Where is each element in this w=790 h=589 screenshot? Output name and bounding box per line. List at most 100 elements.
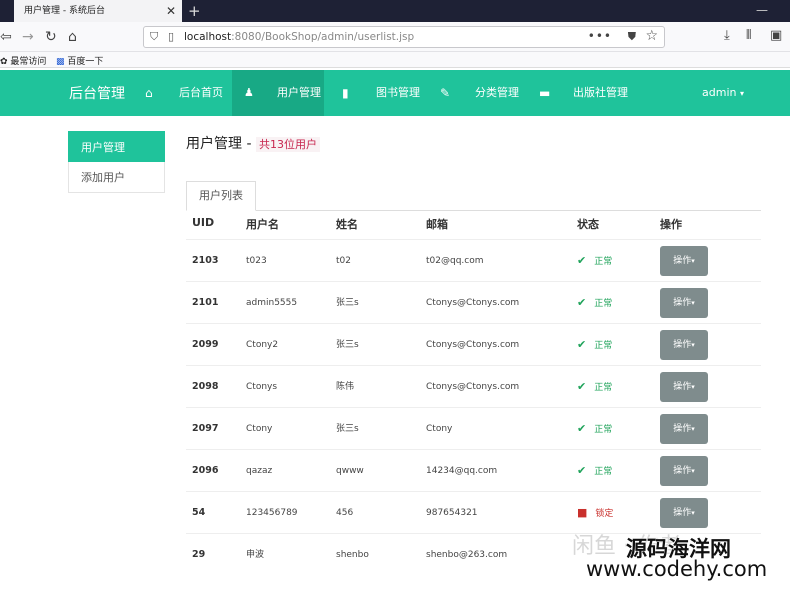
new-tab-icon[interactable]: +: [188, 0, 201, 22]
bookmark-most-visited[interactable]: ✿ 最常访问: [0, 54, 46, 67]
address-bar[interactable]: ⛉ ▯ localhost:8080/BookShop/admin/userli…: [143, 26, 665, 48]
bookmark-baidu[interactable]: ▩ 百度一下: [56, 54, 103, 67]
action-dropdown-button[interactable]: 操作▾: [660, 456, 708, 486]
status-badge: ✔ 正常: [577, 282, 612, 324]
cell-name: 张三s: [336, 424, 359, 434]
action-dropdown-button[interactable]: 操作▾: [660, 246, 708, 276]
status-badge: ✔ 正常: [577, 240, 612, 282]
cell-uid: 2101: [192, 297, 219, 308]
nav-admin-home[interactable]: 后台首页: [169, 70, 233, 116]
status-badge: ✔ 正常: [577, 450, 612, 492]
tab-user-list[interactable]: 用户列表: [186, 181, 256, 211]
tab-close-icon[interactable]: ✕: [166, 0, 176, 22]
action-dropdown-button[interactable]: 操作▾: [660, 330, 708, 360]
table-row: 54 123456789 456 987654321 ■ 锁定 操作▾: [186, 491, 761, 533]
window-minimize-icon[interactable]: —: [756, 0, 768, 20]
baidu-icon: ▩: [56, 57, 65, 67]
cell-username: Ctony2: [246, 340, 279, 350]
check-icon: ✔: [577, 254, 587, 267]
cell-name: 张三s: [336, 298, 359, 308]
nav-publisher-management[interactable]: 出版社管理: [573, 70, 628, 116]
cell-email: Ctonys@Ctonys.com: [426, 298, 520, 308]
briefcase-icon: ▬: [539, 86, 551, 100]
cell-uid: 2097: [192, 423, 219, 434]
cell-username: 申波: [246, 550, 265, 560]
caret-down-icon: ▾: [691, 299, 695, 307]
table-row: 2099 Ctony2 张三s Ctonys@Ctonys.com ✔ 正常 操作▾: [186, 323, 761, 365]
cell-email: Ctonys@Ctonys.com: [426, 340, 520, 350]
table-row: 2097 Ctony 张三s Ctony ✔ 正常 操作▾: [186, 407, 761, 449]
back-icon[interactable]: ⇦: [0, 27, 12, 47]
status-text: 锁定: [595, 509, 614, 519]
nav-book-management[interactable]: 图书管理: [376, 70, 420, 116]
library-icon[interactable]: ⫴: [746, 28, 751, 43]
column-header-status: 状态: [577, 218, 599, 231]
home-browser-icon[interactable]: ⌂: [68, 27, 77, 47]
cell-name: qwww: [336, 466, 364, 476]
brand-title[interactable]: 后台管理: [69, 83, 125, 103]
cell-uid: 2099: [192, 339, 219, 350]
browser-tab-title: 用户管理 - 系统后台: [24, 6, 105, 16]
cell-uid: 29: [192, 549, 206, 560]
caret-down-icon: ▾: [691, 509, 695, 517]
column-header-username: 用户名: [246, 218, 279, 231]
url-text[interactable]: localhost:8080/BookShop/admin/userlist.j…: [184, 31, 414, 43]
pin-icon: ✎: [440, 86, 451, 100]
download-icon[interactable]: ⤓: [724, 28, 730, 43]
nav-category-management[interactable]: 分类管理: [475, 70, 519, 116]
page-info-icon[interactable]: ▯: [168, 30, 174, 43]
check-icon: ✔: [577, 338, 587, 351]
browser-tab-bar: 用户管理 - 系统后台 ✕ + —: [0, 0, 790, 22]
cell-username: 123456789: [246, 508, 298, 518]
action-dropdown-button[interactable]: 操作▾: [660, 372, 708, 402]
cell-name: t02: [336, 256, 351, 266]
status-text: 正常: [594, 257, 613, 267]
column-header-name: 姓名: [336, 218, 358, 231]
cell-uid: 2103: [192, 255, 219, 266]
lock-icon: ■: [577, 506, 588, 519]
action-dropdown-button[interactable]: 操作▾: [660, 414, 708, 444]
nav-user-management[interactable]: ♟ 用户管理: [232, 70, 324, 116]
sidebar-item-add-user[interactable]: 添加用户: [68, 162, 165, 193]
cell-name: 456: [336, 508, 354, 518]
action-dropdown-button[interactable]: 操作▾: [660, 498, 708, 528]
column-header-actions: 操作: [660, 218, 682, 231]
cell-email: t02@qq.com: [426, 256, 484, 266]
table-row: 2103 t023 t02 t02@qq.com ✔ 正常 操作▾: [186, 239, 761, 281]
book-icon: ▮: [342, 86, 349, 100]
tab-strip: 用户列表: [186, 181, 761, 211]
gear-icon: ✿: [0, 57, 8, 67]
caret-down-icon: ▾: [691, 341, 695, 349]
cell-name: 张三s: [336, 340, 359, 350]
status-badge: ✔ 正常: [577, 366, 612, 408]
pocket-icon[interactable]: ⛊: [628, 30, 636, 44]
bookmarks-bar: ✿ 最常访问 ▩ 百度一下: [0, 52, 790, 68]
cell-username: qazaz: [246, 466, 273, 476]
column-header-email: 邮箱: [426, 218, 448, 231]
forward-icon[interactable]: →: [22, 27, 34, 47]
caret-down-icon: ▾: [691, 467, 695, 475]
cell-uid: 2096: [192, 465, 219, 476]
user-count-badge: 共13位用户: [255, 137, 320, 152]
status-text: 正常: [594, 467, 613, 477]
cell-email: 987654321: [426, 508, 478, 518]
shield-icon[interactable]: ⛉: [150, 30, 158, 44]
caret-down-icon: ▾: [691, 383, 695, 391]
status-badge: ✔ 正常: [577, 324, 612, 366]
cell-username: Ctony: [246, 424, 273, 434]
reload-icon[interactable]: ↻: [45, 27, 57, 47]
sidebar-toggle-icon[interactable]: ▣: [770, 28, 782, 43]
cell-uid: 2098: [192, 381, 219, 392]
cell-name: 陈伟: [336, 382, 355, 392]
page-actions-icon[interactable]: •••: [588, 29, 612, 43]
admin-user-menu[interactable]: admin ▾: [702, 70, 744, 117]
status-badge: ✔ 正常: [577, 408, 612, 450]
sidebar-item-user-management[interactable]: 用户管理: [68, 131, 165, 162]
user-icon: ♟: [244, 86, 254, 99]
action-dropdown-button[interactable]: 操作▾: [660, 288, 708, 318]
browser-tab[interactable]: 用户管理 - 系统后台 ✕: [14, 0, 182, 22]
page-title: 用户管理 - 共13位用户: [186, 133, 320, 153]
status-text: 正常: [594, 341, 613, 351]
watermark-site-url: www.codehy.com: [586, 557, 768, 581]
bookmark-star-icon[interactable]: ☆: [645, 28, 658, 44]
